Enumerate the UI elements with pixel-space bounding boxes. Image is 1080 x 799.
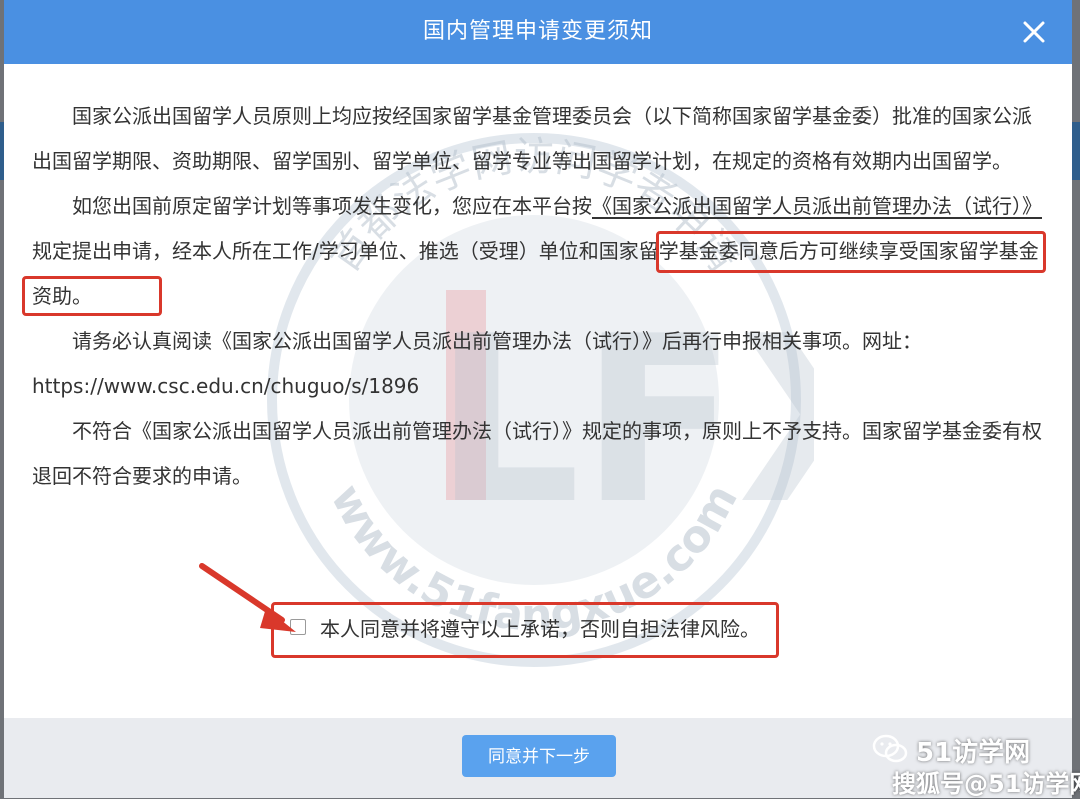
agreement-checkbox[interactable] — [290, 619, 306, 635]
paragraph-2-text-end: 规定提出申请，经本人所在工作/学习单位、推选（受理）单位和国家留学基金委同意后方… — [32, 239, 1039, 308]
agreement-label[interactable]: 本人同意并将遵守以上承诺，否则自担法律风险。 — [320, 613, 760, 642]
background-header-strip-right — [1072, 122, 1080, 180]
notice-paragraph-3: 请务必认真阅读《国家公派出国留学人员派出前管理办法（试行）》后再行申报相关事项。… — [32, 329, 922, 398]
dialog-header: 国内管理申请变更须知 — [4, 0, 1072, 64]
close-button[interactable] — [1018, 16, 1050, 48]
agreement-row: 本人同意并将遵守以上承诺，否则自担法律风险。 — [290, 613, 760, 642]
brand-source: 搜狐号@51访学网 — [892, 770, 1080, 798]
dialog-title: 国内管理申请变更须知 — [422, 19, 653, 44]
notice-dialog: 国内管理申请变更须知 LFX 首都法学网访问学者申请 www.51fangxue… — [4, 0, 1072, 798]
notice-paragraph-4: 不符合《国家公派出国留学人员派出前管理办法（试行）》规定的事项，原则上不予支持。… — [32, 419, 1042, 488]
management-regulation-link[interactable]: 《国家公派出国留学人员派出前管理办法（试行）》 — [592, 194, 1042, 218]
brand-watermark: 51访学网 搜狐号@51访学网 — [870, 728, 1080, 798]
notice-paragraph-2: 如您出国前原定留学计划等事项发生变化，您应在本平台按《国家公派出国留学人员派出前… — [32, 184, 1042, 319]
agree-next-button[interactable]: 同意并下一步 — [462, 735, 616, 777]
notice-body: 国家公派出国留学人员原则上均应按经国家留学基金管理委员会（以下简称国家留学基金委… — [32, 94, 1042, 499]
paragraph-2-text-start: 如您出国前原定留学计划等事项发生变化，您应在本平台按 — [72, 194, 592, 218]
close-icon — [1023, 21, 1045, 43]
wechat-icon — [872, 734, 908, 763]
notice-paragraph-1: 国家公派出国留学人员原则上均应按经国家留学基金管理委员会（以下简称国家留学基金委… — [32, 104, 1032, 173]
